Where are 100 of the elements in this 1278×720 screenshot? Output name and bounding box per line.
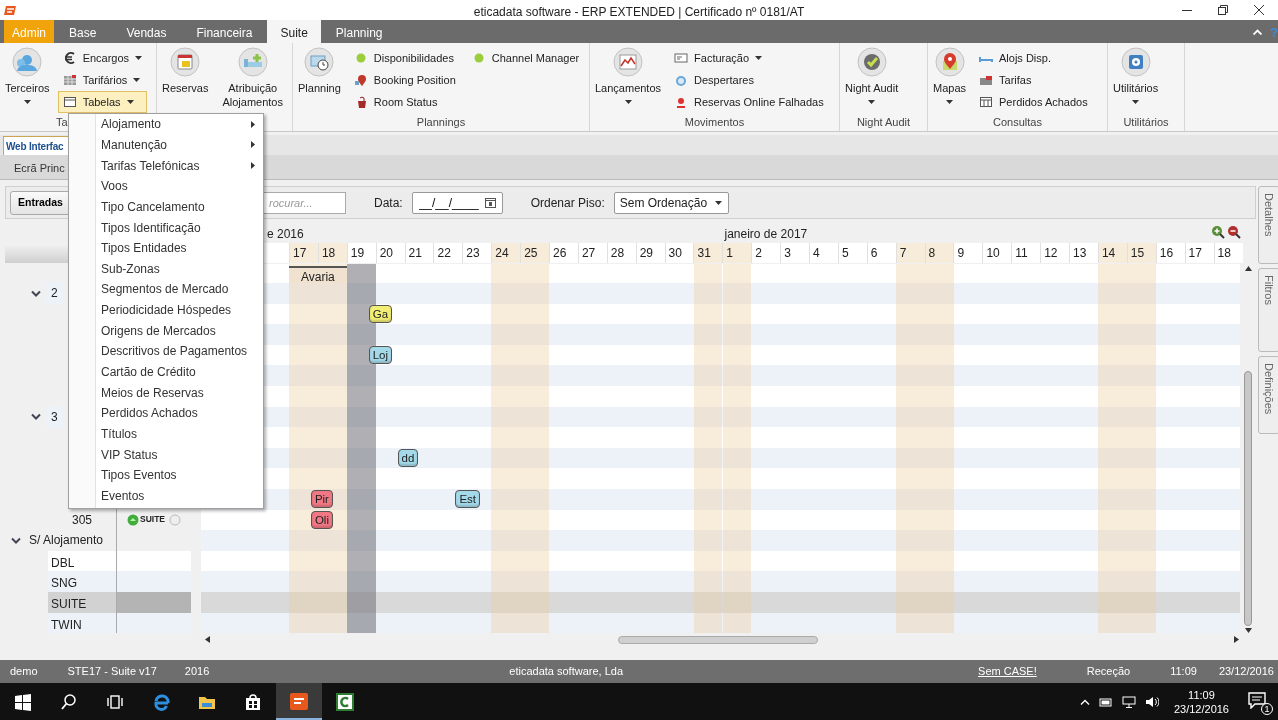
- page-tab[interactable]: Ecrã Princ: [14, 162, 65, 174]
- document-tab[interactable]: Web Interfac: [3, 136, 69, 155]
- menu-tab[interactable]: Financeira: [181, 20, 268, 43]
- ribbon-button[interactable]: Perdidos Achados: [974, 91, 1093, 113]
- menu-tab[interactable]: Vendas: [111, 20, 182, 43]
- chevron-icon[interactable]: [31, 413, 41, 421]
- tree-label[interactable]: SUITE: [48, 591, 116, 613]
- chevron-icon[interactable]: [31, 289, 41, 297]
- menu-item[interactable]: Tipos Entidades: [96, 237, 263, 259]
- network-icon[interactable]: [1121, 695, 1136, 708]
- scroll-down-icon[interactable]: [1244, 628, 1252, 633]
- day-header: 12: [1040, 243, 1070, 263]
- zoom-out-icon[interactable]: [1227, 225, 1241, 239]
- menu-item[interactable]: VIP Status: [96, 444, 263, 465]
- menu-item[interactable]: Alojamento: [96, 114, 263, 135]
- zoom-in-icon[interactable]: [1211, 225, 1225, 239]
- sort-dropdown[interactable]: Sem Ordenação: [613, 191, 729, 214]
- chevron-icon[interactable]: [11, 536, 21, 544]
- ribbon-button[interactable]: Reservas: [157, 47, 214, 95]
- date-field[interactable]: __/__/____: [411, 191, 503, 214]
- booking-block[interactable]: Ga: [368, 304, 393, 323]
- ribbon-button[interactable]: Utilitários: [1108, 47, 1164, 104]
- tree-label[interactable]: S/ Alojamento: [26, 531, 107, 550]
- menu-item[interactable]: Segmentos de Mercado: [96, 279, 263, 300]
- close-icon[interactable]: [1254, 5, 1264, 15]
- ribbon-button[interactable]: Facturação: [669, 47, 829, 69]
- booking-block[interactable]: Est: [455, 490, 480, 509]
- ribbon-button[interactable]: Disponibilidades: [348, 47, 461, 69]
- tree-label[interactable]: TWIN: [48, 612, 116, 634]
- volume-icon[interactable]: [1144, 695, 1159, 708]
- status-link[interactable]: Sem CASE!: [978, 663, 1037, 680]
- room-type: SUITE: [140, 513, 166, 527]
- scroll-left-icon[interactable]: [205, 636, 210, 643]
- chevron-up-icon[interactable]: [1079, 698, 1090, 705]
- menu-item[interactable]: Tipos Eventos: [96, 464, 263, 486]
- menu-item[interactable]: Títulos: [96, 423, 263, 445]
- side-tab[interactable]: Filtros: [1258, 268, 1278, 352]
- menu-item[interactable]: Descritivos de Pagamentos: [96, 341, 263, 362]
- menu-item[interactable]: Sub-Zonas: [96, 258, 263, 280]
- tree-label[interactable]: SNG: [48, 571, 116, 592]
- group-label: Ta: [56, 116, 68, 128]
- menu-tab[interactable]: Base: [54, 20, 112, 43]
- battery-icon[interactable]: [1098, 695, 1113, 708]
- menu-tab[interactable]: Suite: [267, 20, 321, 43]
- room-number[interactable]: 305: [72, 510, 93, 529]
- ribbon-button[interactable]: Tarifas: [974, 69, 1093, 91]
- ribbon-button[interactable]: Booking Position: [348, 69, 461, 91]
- ribbon-button[interactable]: Channel Manager: [466, 47, 585, 69]
- store-icon[interactable]: [244, 692, 262, 711]
- tree-label[interactable]: 3: [46, 405, 63, 428]
- scrollbar-thumb[interactable]: [618, 635, 818, 644]
- calendar-icon[interactable]: [484, 197, 496, 208]
- tree-label[interactable]: 2: [46, 282, 63, 305]
- menu-item[interactable]: Periodicidade Hóspedes: [96, 299, 263, 321]
- app-icon[interactable]: [336, 692, 354, 711]
- menu-item[interactable]: Origens de Mercados: [96, 320, 263, 342]
- menu-item[interactable]: Tarifas Telefónicas: [96, 155, 263, 176]
- menu-item[interactable]: Cartão de Crédito: [96, 361, 263, 383]
- task-view-icon[interactable]: [106, 692, 124, 711]
- ribbon-button[interactable]: Alojs Disp.: [974, 47, 1093, 69]
- tree-label[interactable]: DBL: [48, 550, 116, 572]
- ribbon-button[interactable]: Night Audit: [840, 47, 904, 104]
- ribbon-button[interactable]: Mapas: [928, 47, 972, 104]
- taskbar-clock[interactable]: 11:09 23/12/2016: [1173, 687, 1229, 716]
- scroll-right-icon[interactable]: [1234, 636, 1239, 643]
- restore-icon[interactable]: [1218, 5, 1228, 15]
- ribbon-button[interactable]: Reservas Online Falhadas: [669, 91, 829, 113]
- map-pin-icon: [934, 47, 965, 77]
- notification-button[interactable]: 1: [1248, 690, 1270, 713]
- ribbon-button[interactable]: Tarifários: [57, 69, 148, 91]
- status-text: Receção: [1086, 664, 1131, 680]
- booking-block[interactable]: Pir: [310, 490, 333, 509]
- start-icon[interactable]: [14, 692, 32, 711]
- day-header: 20: [375, 243, 405, 263]
- browser-icon[interactable]: [152, 692, 170, 711]
- ribbon-button[interactable]: Terceiros: [0, 47, 55, 104]
- app-icon[interactable]: [290, 691, 308, 710]
- search-icon[interactable]: [60, 692, 78, 711]
- ribbon-button[interactable]: Room Status: [348, 91, 461, 113]
- day-header: 3: [780, 243, 810, 263]
- menu-item[interactable]: Meios de Reservas: [96, 382, 263, 403]
- collapse-icon[interactable]: [1253, 28, 1263, 35]
- side-tab[interactable]: Definições: [1258, 356, 1278, 434]
- side-tab[interactable]: Detalhes: [1258, 186, 1278, 264]
- scrollbar-thumb[interactable]: [1244, 371, 1252, 626]
- booking-block[interactable]: Oli: [310, 510, 333, 529]
- ribbon-button[interactable]: Tabelas: [57, 91, 148, 113]
- scroll-up-icon[interactable]: [1244, 266, 1252, 271]
- booking-block[interactable]: Loj: [368, 346, 393, 365]
- menu-item[interactable]: Eventos: [96, 485, 263, 507]
- alarm-clock-icon: [674, 73, 689, 87]
- ribbon-button[interactable]: Despertares: [669, 69, 829, 91]
- menu-item[interactable]: Perdidos Achados: [96, 402, 263, 424]
- menu-tab[interactable]: Planning: [320, 20, 398, 43]
- menu-item[interactable]: Manutenção: [96, 134, 263, 156]
- ribbon-button[interactable]: Encargos: [57, 47, 148, 69]
- ribbon-button[interactable]: Lançamentos: [590, 47, 667, 104]
- ribbon-button[interactable]: Planning: [293, 47, 346, 95]
- ribbon-button[interactable]: Atribuição Alojamentos: [213, 47, 292, 109]
- menu-item[interactable]: Tipos Identificação: [96, 217, 263, 238]
